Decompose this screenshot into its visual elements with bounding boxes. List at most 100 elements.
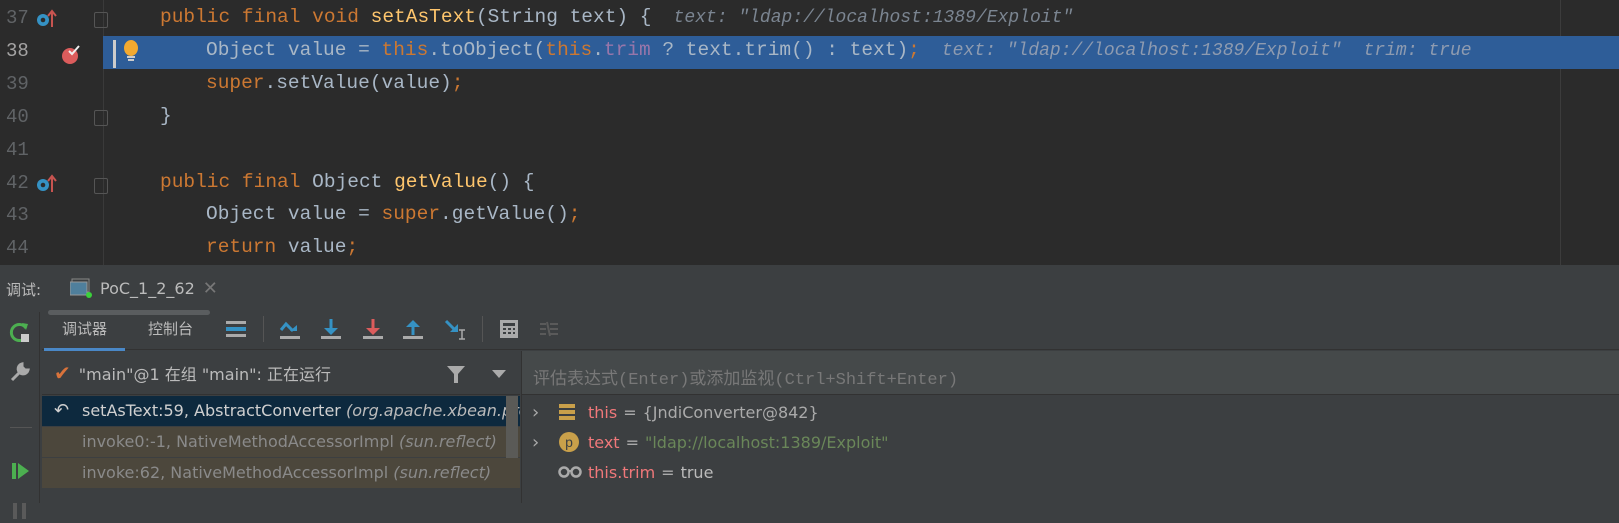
filter-icon[interactable] — [446, 364, 466, 384]
line-number[interactable]: 37 — [6, 7, 29, 29]
execution-point-marker — [113, 40, 116, 68]
code-line[interactable]: 41 — [0, 135, 1619, 168]
override-method-icon[interactable] — [36, 9, 58, 29]
code-token: Object value = — [206, 38, 382, 61]
layout-menu-icon[interactable] — [225, 318, 247, 340]
code-token: .setValue(value) — [264, 71, 452, 94]
code-token: setAsText — [370, 6, 476, 28]
step-over-icon[interactable] — [279, 318, 301, 340]
breakpoint-icon[interactable] — [60, 44, 82, 66]
code-token: .toObject( — [428, 38, 546, 61]
code-token: final — [241, 170, 313, 193]
inline-debug-value: text: "ldap://localhost:1389/Exploit" — [941, 40, 1342, 61]
code-line[interactable]: 44 return value; — [0, 233, 1619, 265]
code-text: public final Object getValue() { — [160, 171, 535, 193]
fold-marker[interactable] — [94, 12, 108, 28]
line-number[interactable]: 41 — [6, 139, 29, 161]
code-token: public — [160, 170, 242, 193]
close-icon[interactable]: ✕ — [203, 278, 218, 299]
line-number[interactable]: 42 — [6, 172, 29, 194]
variable-name: this.trim — [588, 462, 656, 482]
debug-tool-window: 调试: PoC_1_2_62 ✕ 调试器 控制台 ✔ "main"@1 在组 "… — [0, 265, 1619, 519]
code-text: super.setValue(value); — [206, 72, 463, 94]
code-text: Object value = super.getValue(); — [206, 203, 580, 225]
line-number[interactable]: 39 — [6, 73, 29, 95]
line-number[interactable]: 40 — [6, 106, 29, 128]
code-line[interactable]: 40} — [0, 102, 1619, 135]
variables-panel: 评估表达式(Enter)或添加监视(Ctrl+Shift+Enter) › thi… — [521, 351, 1619, 503]
tab-debugger[interactable]: 调试器 — [43, 318, 126, 351]
run-to-cursor-icon[interactable] — [444, 318, 466, 340]
code-editor[interactable]: 37 public final void setAsText(String tex… — [0, 0, 1619, 265]
step-into-icon[interactable] — [320, 318, 342, 340]
toolbar-divider — [10, 427, 32, 428]
override-method-icon[interactable] — [36, 174, 58, 194]
session-tab[interactable]: PoC_1_2_62 ✕ — [70, 275, 218, 301]
frame-package: (org.apache.xbean.propertyeditor) — [345, 401, 520, 420]
code-line[interactable]: 43 Object value = super.getValue(); — [0, 200, 1619, 233]
frame-method: setAsText:59, AbstractConverter — [82, 401, 346, 420]
run-config-icon — [70, 278, 92, 298]
evaluate-expression-icon[interactable] — [498, 318, 520, 340]
code-token: value — [287, 236, 347, 259]
force-step-into-icon[interactable] — [362, 318, 384, 340]
frame-package: (sun.reflect) — [393, 463, 492, 482]
code-token: public — [160, 6, 242, 28]
line-number[interactable]: 43 — [6, 204, 29, 226]
expand-chevron-icon[interactable]: › — [522, 402, 558, 423]
variable-row[interactable]: this.trim = true — [522, 457, 713, 487]
thread-label: "main"@1 在组 "main": 正在运行 — [78, 364, 331, 384]
step-out-icon[interactable] — [402, 318, 424, 340]
watch-glasses-icon — [558, 465, 588, 479]
variable-value: {JndiConverter@842} — [642, 402, 819, 422]
inline-debug-value: text: "ldap://localhost:1389/Exploit" — [673, 8, 1074, 28]
code-token: super — [381, 203, 441, 226]
svg-text:p: p — [565, 434, 573, 450]
equals-sign: = — [661, 462, 675, 482]
code-text: public final void setAsText(String text)… — [160, 6, 1073, 28]
code-token: super — [206, 71, 265, 94]
lightbulb-icon[interactable] — [121, 39, 141, 65]
toolbar-separator — [263, 316, 264, 342]
code-token: } — [160, 104, 172, 127]
code-token: trim — [603, 38, 651, 61]
frame-package: (sun.reflect) — [399, 432, 497, 451]
code-token: ? text.trim() : text) — [650, 38, 909, 61]
variable-value: "ldap://localhost:1389/Exploit" — [644, 432, 889, 452]
code-line[interactable]: 37 public final void setAsText(String tex… — [0, 3, 1619, 36]
equals-sign: = — [623, 402, 637, 422]
left-toolbar — [0, 312, 40, 519]
frames-scrollbar[interactable] — [506, 396, 518, 458]
code-token: this — [545, 38, 593, 61]
code-token: ; — [908, 38, 920, 61]
expand-chevron-icon[interactable]: › — [522, 432, 558, 453]
code-line[interactable]: 39 super.setValue(value); — [0, 69, 1619, 102]
stack-frame[interactable]: invoke0:-1, NativeMethodAccessorImpl (su… — [42, 427, 520, 457]
fold-marker[interactable] — [94, 178, 108, 194]
code-token: . — [592, 38, 604, 61]
tab-console[interactable]: 控制台 — [148, 318, 193, 339]
session-tab-label: PoC_1_2_62 — [100, 278, 195, 298]
resume-icon[interactable] — [8, 459, 32, 483]
variable-row[interactable]: › this = {JndiConverter@842} — [522, 397, 819, 427]
trace-stream-icon[interactable] — [538, 318, 560, 340]
stack-frame[interactable]: ↶ setAsText:59, AbstractConverter (org.ap… — [42, 396, 520, 426]
code-line-current[interactable]: 38 Object value = this.toObject(this.trim… — [6, 35, 1619, 69]
thread-selector[interactable]: ✔ "main"@1 在组 "main": 正在运行 — [42, 351, 520, 395]
toolbar-separator — [482, 316, 483, 342]
chevron-down-icon[interactable] — [492, 369, 506, 379]
evaluate-expression-input[interactable]: 评估表达式(Enter)或添加监视(Ctrl+Shift+Enter) — [522, 351, 1619, 395]
frame-method: invoke0:-1, NativeMethodAccessorImpl — [82, 432, 400, 451]
line-number[interactable]: 44 — [6, 237, 29, 259]
frame-method: invoke:62, NativeMethodAccessorImpl — [82, 463, 394, 482]
fold-marker[interactable] — [94, 110, 108, 126]
code-line[interactable]: 42 public final Object getValue() { — [0, 168, 1619, 201]
stack-frame[interactable]: invoke:62, NativeMethodAccessorImpl (sun… — [42, 458, 520, 488]
rerun-icon[interactable] — [8, 320, 32, 344]
line-number[interactable]: 38 — [6, 40, 29, 62]
return-frame-icon: ↶ — [54, 400, 70, 421]
variable-row[interactable]: › p text = "ldap://localhost:1389/Exploit" — [522, 427, 888, 457]
code-token: Object value = — [206, 203, 382, 226]
frames-list: ↶ setAsText:59, AbstractConverter (org.ap… — [42, 396, 520, 503]
settings-wrench-icon[interactable] — [8, 360, 32, 384]
